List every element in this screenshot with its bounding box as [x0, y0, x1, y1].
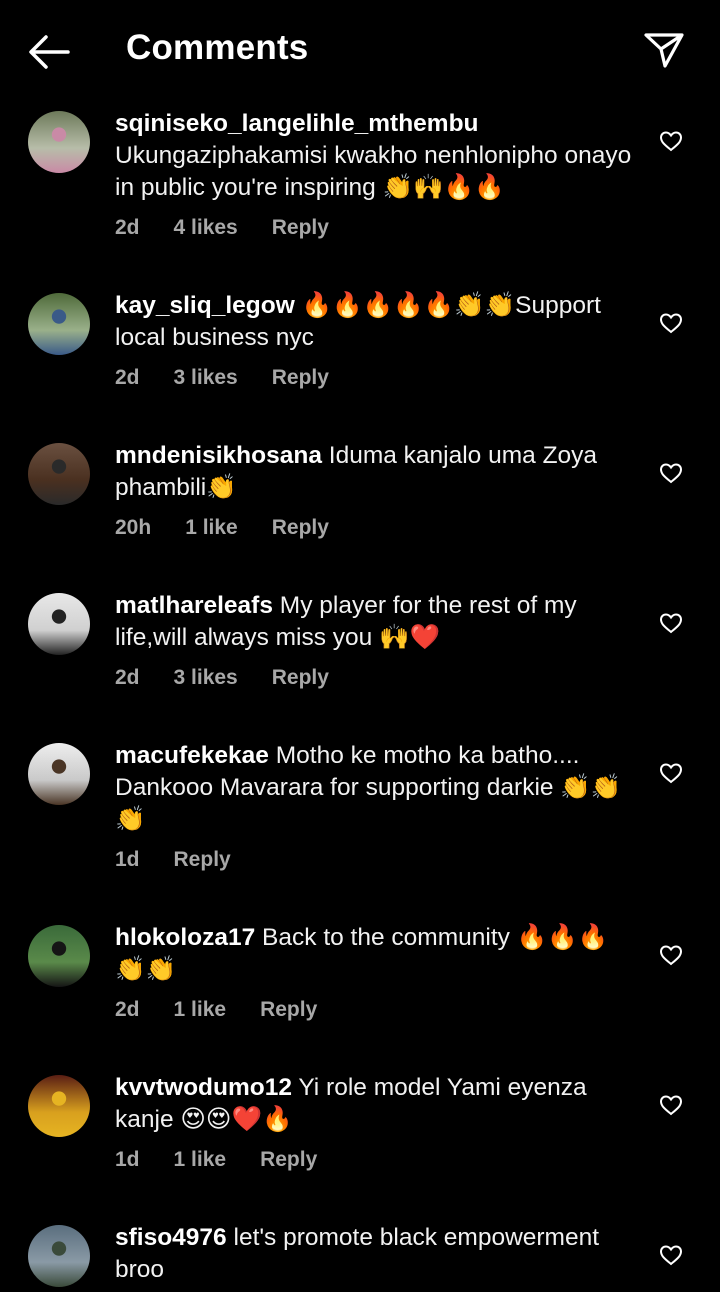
avatar[interactable] — [28, 593, 90, 655]
comment-body: kvvtwodumo12 Yi role model Yami eyenza k… — [115, 1072, 635, 1136]
comment-text: sfiso4976 let's promote black empowermen… — [115, 1222, 635, 1286]
avatar[interactable] — [28, 1075, 90, 1137]
heart-outline-icon[interactable] — [659, 312, 683, 334]
comment-body: matlhareleafs My player for the rest of … — [115, 590, 635, 654]
comment-username[interactable]: mndenisikhosana — [115, 442, 322, 469]
comment-time: 20h — [115, 516, 152, 539]
comment-likes[interactable]: 4 likes — [174, 216, 238, 240]
header: Comments — [0, 0, 720, 100]
comment-body: macufekekae Motho ke motho ka batho.... … — [115, 740, 635, 836]
comment-username[interactable]: kvvtwodumo12 — [115, 1074, 292, 1101]
comment-time: 1d — [115, 848, 140, 871]
comment-body: mndenisikhosana Iduma kanjalo uma Zoya p… — [115, 440, 635, 504]
comment-text: macufekekae Motho ke motho ka batho.... … — [115, 740, 635, 836]
avatar[interactable] — [28, 111, 90, 173]
comment-likes[interactable]: 1 like — [174, 998, 227, 1022]
comment-time: 2d — [115, 998, 140, 1021]
comment-likes[interactable]: 1 like — [185, 516, 238, 540]
avatar[interactable] — [28, 743, 90, 805]
comment-text: kay_sliq_legow 🔥🔥🔥🔥🔥👏👏Support local busi… — [115, 290, 635, 354]
comment-message: Ukungaziphakamisi kwakho nenhlonipho ona… — [115, 142, 632, 201]
comment-time: 2d — [115, 216, 140, 239]
heart-outline-icon[interactable] — [659, 762, 683, 784]
reply-button[interactable]: Reply — [174, 848, 231, 872]
comment-meta: 1d Reply — [115, 848, 265, 872]
comment-meta: 2d 3 likes Reply — [115, 366, 363, 390]
comment-username[interactable]: matlhareleafs — [115, 592, 273, 619]
comment-text: matlhareleafs My player for the rest of … — [115, 590, 635, 654]
comment-body: sqiniseko_langelihle_mthembu Ukungazipha… — [115, 108, 635, 204]
comment-body: hlokoloza17 Back to the community 🔥🔥🔥👏👏 — [115, 922, 635, 986]
comment-likes[interactable]: 1 like — [174, 1148, 227, 1172]
comment-username[interactable]: macufekekae — [115, 742, 269, 769]
heart-outline-icon[interactable] — [659, 944, 683, 966]
heart-outline-icon[interactable] — [659, 1244, 683, 1266]
arrow-left-icon — [29, 35, 70, 69]
comment-meta: 2d 3 likes Reply — [115, 666, 363, 690]
comment-likes[interactable]: 3 likes — [174, 366, 238, 390]
comment-username[interactable]: sqiniseko_langelihle_mthembu — [115, 110, 479, 137]
avatar[interactable] — [28, 293, 90, 355]
comment-meta: 20h 1 like Reply — [115, 516, 363, 540]
comment-username[interactable]: hlokoloza17 — [115, 924, 255, 951]
comment-meta: 1d 1 like Reply — [115, 1148, 351, 1172]
comment-text: kvvtwodumo12 Yi role model Yami eyenza k… — [115, 1072, 635, 1136]
page-title: Comments — [126, 28, 309, 67]
comment-body: kay_sliq_legow 🔥🔥🔥🔥🔥👏👏Support local busi… — [115, 290, 635, 354]
avatar[interactable] — [28, 443, 90, 505]
avatar[interactable] — [28, 925, 90, 987]
reply-button[interactable]: Reply — [272, 516, 329, 540]
comment-body: sfiso4976 let's promote black empowermen… — [115, 1222, 635, 1286]
comment-text: mndenisikhosana Iduma kanjalo uma Zoya p… — [115, 440, 635, 504]
heart-outline-icon[interactable] — [659, 130, 683, 152]
avatar[interactable] — [28, 1225, 90, 1287]
reply-button[interactable]: Reply — [272, 666, 329, 690]
comment-text: sqiniseko_langelihle_mthembu Ukungazipha… — [115, 108, 635, 204]
comment-text: hlokoloza17 Back to the community 🔥🔥🔥👏👏 — [115, 922, 635, 986]
comment-time: 2d — [115, 666, 140, 689]
reply-button[interactable]: Reply — [260, 1148, 317, 1172]
reply-button[interactable]: Reply — [272, 366, 329, 390]
reply-button[interactable]: Reply — [272, 216, 329, 240]
comment-username[interactable]: sfiso4976 — [115, 1224, 227, 1251]
heart-outline-icon[interactable] — [659, 1094, 683, 1116]
reply-button[interactable]: Reply — [260, 998, 317, 1022]
paper-plane-icon — [644, 33, 684, 68]
share-button[interactable] — [642, 28, 686, 72]
comment-username[interactable]: kay_sliq_legow — [115, 292, 295, 319]
comment-time: 1d — [115, 1148, 140, 1171]
comment-meta: 2d 1 like Reply — [115, 998, 351, 1022]
heart-outline-icon[interactable] — [659, 612, 683, 634]
heart-outline-icon[interactable] — [659, 462, 683, 484]
comment-likes[interactable]: 3 likes — [174, 666, 238, 690]
comment-meta: 2d 4 likes Reply — [115, 216, 363, 240]
comment-time: 2d — [115, 366, 140, 389]
back-button[interactable] — [26, 30, 72, 74]
